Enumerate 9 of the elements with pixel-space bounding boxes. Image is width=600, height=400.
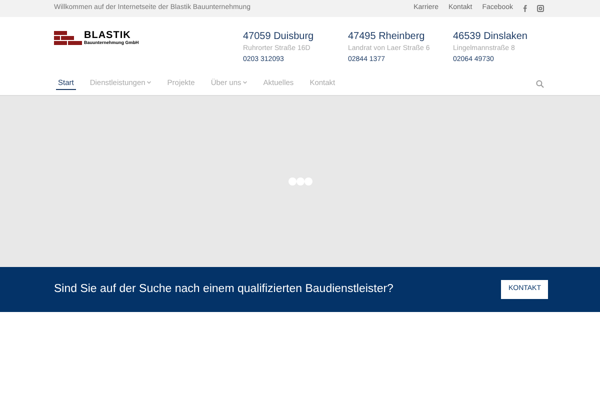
city-heading: 47495 Rheinberg [348,31,426,43]
banner-text: Sind Sie auf der Suche nach einem qualifizierten Baudienstleister? [54,282,394,297]
city-heading: 46539 Dinslaken [453,31,528,43]
logo-wordmark: BLASTIK [84,31,131,41]
instagram-icon[interactable] [537,5,544,12]
facebook-icon[interactable] [523,5,527,12]
city-heading: 47059 Duisburg [243,31,315,43]
brick-wall-icon [54,31,82,46]
search-icon[interactable] [536,80,544,88]
